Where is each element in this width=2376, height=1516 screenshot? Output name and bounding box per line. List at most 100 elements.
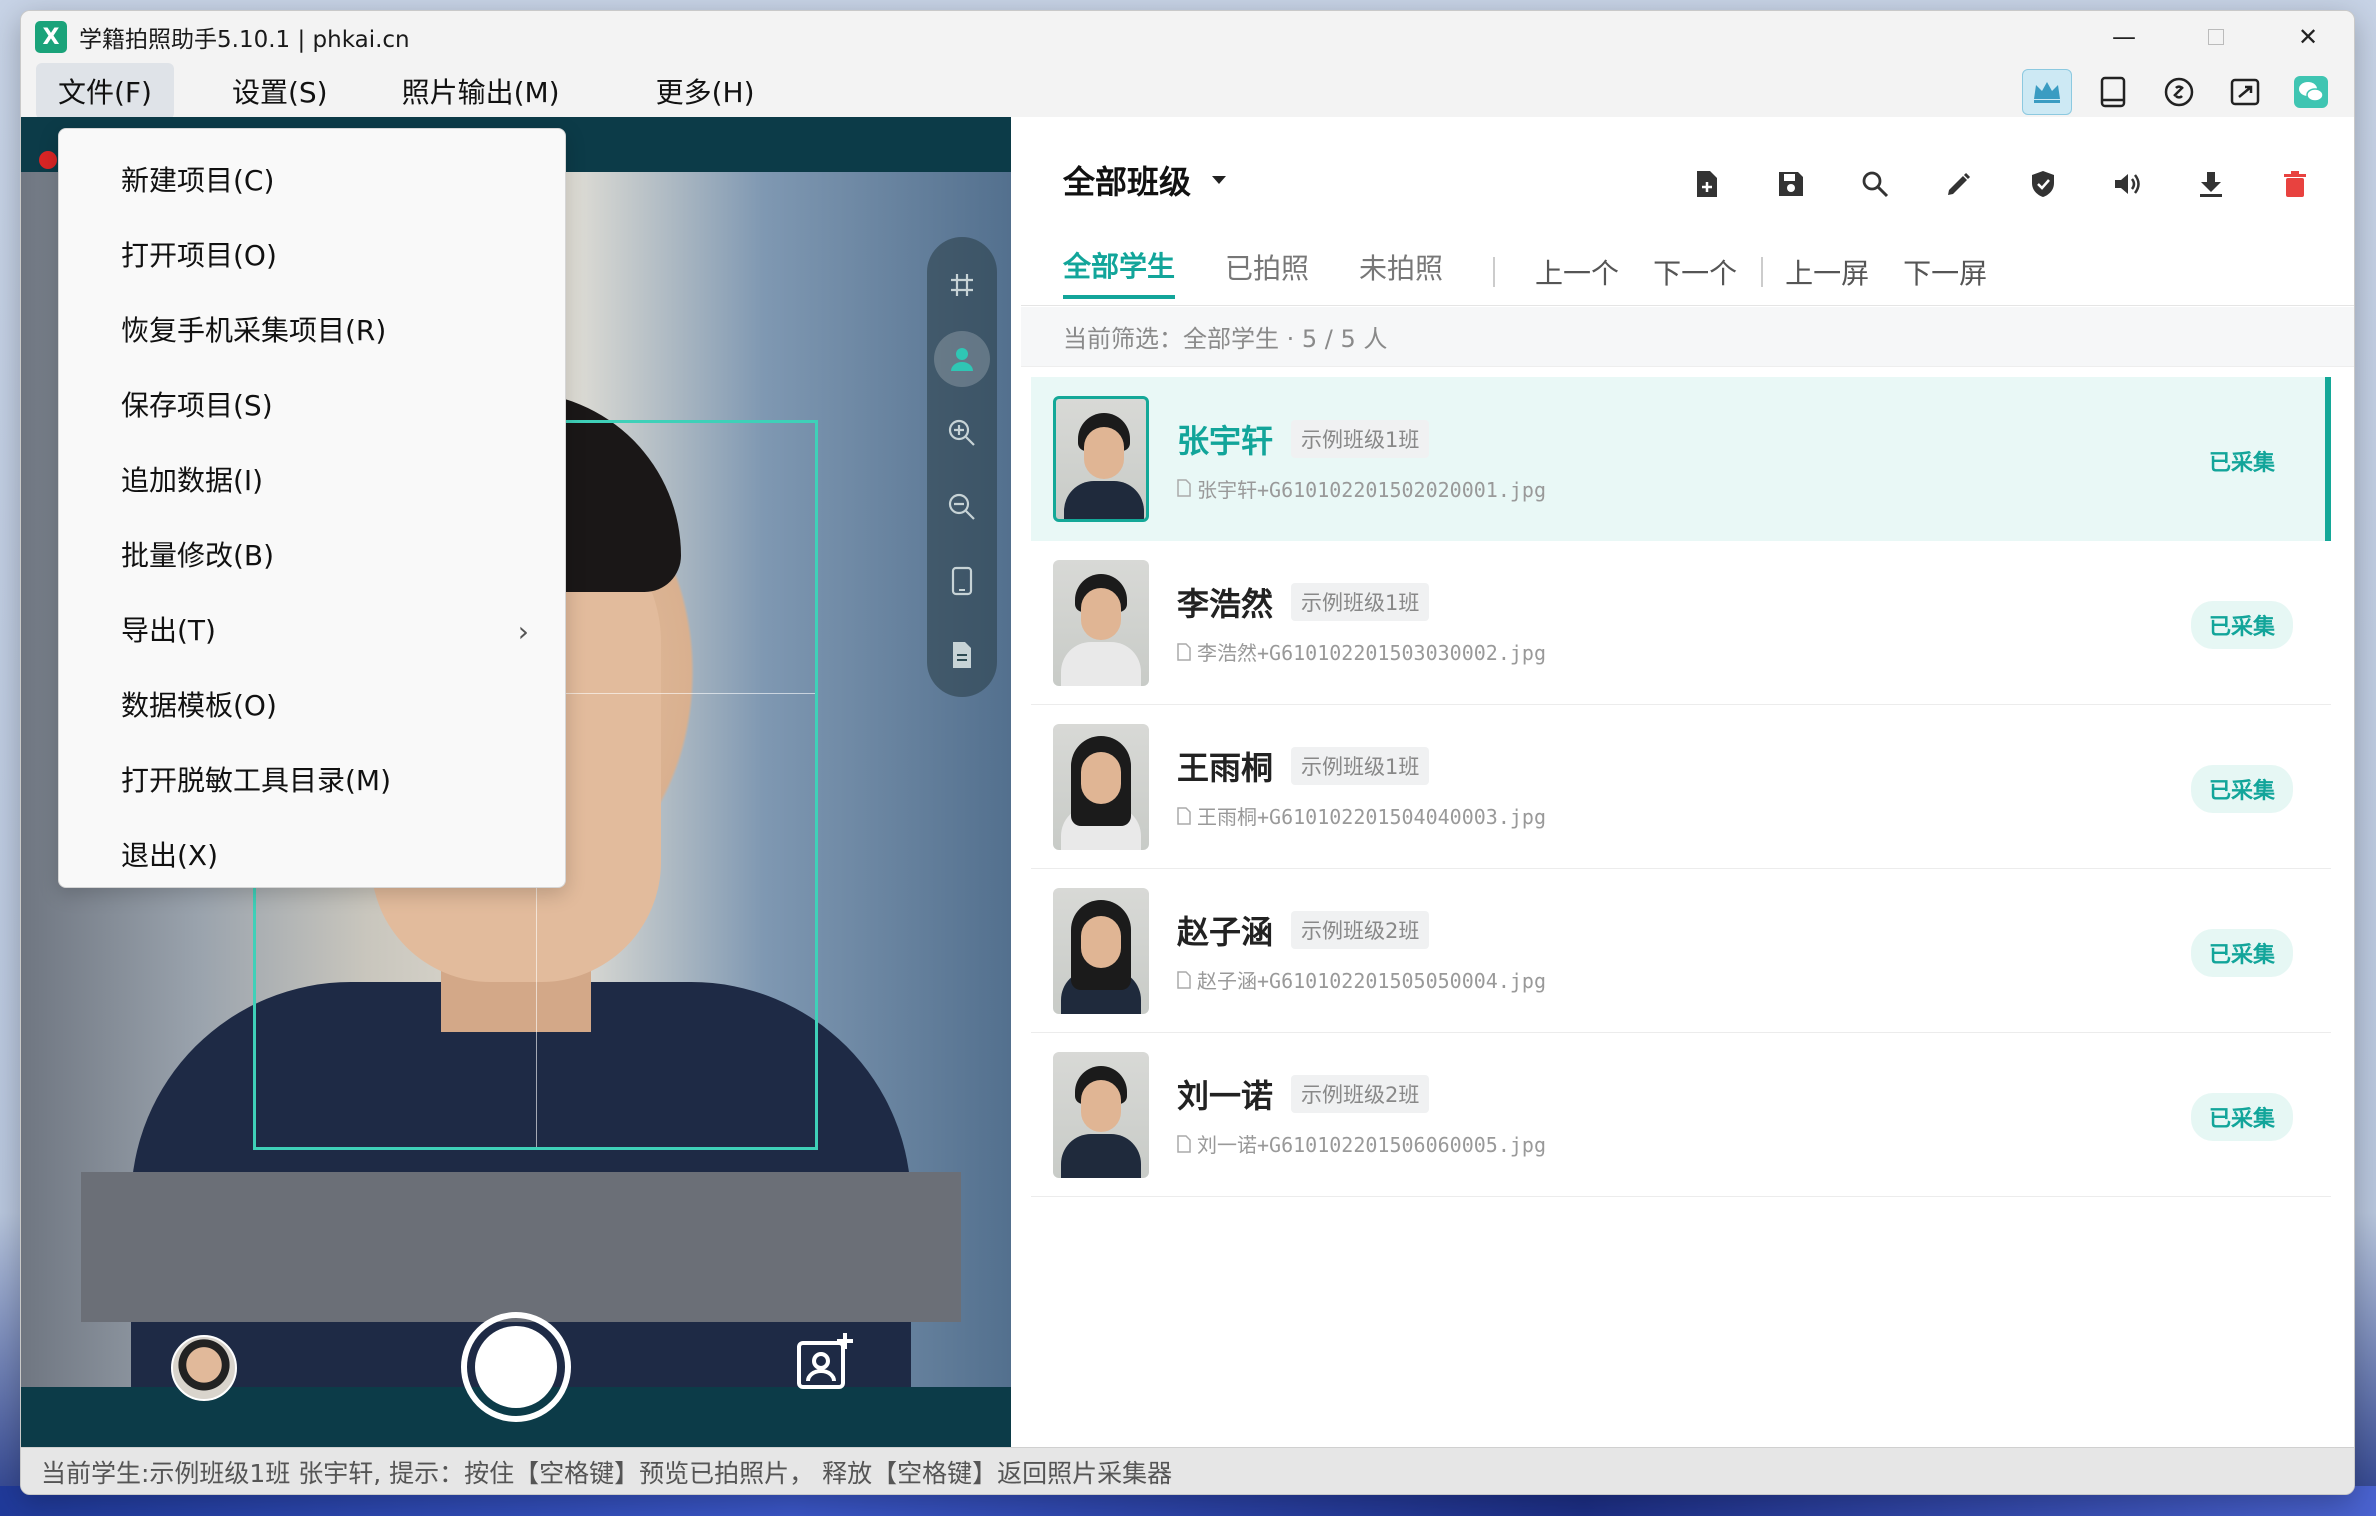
student-name-line: 赵子涵 示例班级2班 <box>1177 907 2331 953</box>
person-icon[interactable] <box>934 331 990 387</box>
new-file-icon[interactable] <box>1686 163 1728 205</box>
tab-photographed[interactable]: 已拍照 <box>1225 247 1309 297</box>
prev-screen-button[interactable]: 上一屏 <box>1785 252 1869 292</box>
photo-face <box>1084 427 1124 479</box>
student-list: 张宇轩 示例班级1班 张宇轩+G610102201502020001.jpg 已采集李… <box>1031 377 2331 1197</box>
class-badge: 示例班级2班 <box>1291 1075 1430 1113</box>
add-photo-icon[interactable] <box>791 1327 861 1397</box>
menu-more[interactable]: 更多(H) <box>634 63 777 119</box>
filter-tabs: 全部学生 已拍照 未拍照 上一个 下一个 上一屏 下一屏 <box>1063 242 2021 302</box>
save-icon[interactable] <box>1770 163 1812 205</box>
file-menu-item-label: 追加数据(I) <box>121 463 264 497</box>
student-panel: 全部班级 全部学生 已拍照 未拍照 上一个 下一个 上一屏 下一屏 当前筛选：全… <box>1011 117 2354 1447</box>
student-row[interactable]: 刘一诺 示例班级2班 刘一诺+G610102201506060005.jpg 已采集 <box>1031 1033 2331 1197</box>
next-screen-button[interactable]: 下一屏 <box>1903 252 1987 292</box>
photo-filename: 赵子涵+G610102201505050004.jpg <box>1177 965 2331 994</box>
delete-icon[interactable] <box>2274 163 2316 205</box>
speaker-icon[interactable] <box>2106 163 2148 205</box>
filter-summary-text: 当前筛选：全部学生 · 5 / 5 人 <box>1063 325 1388 353</box>
grid-icon[interactable] <box>934 257 990 313</box>
class-selector[interactable]: 全部班级 <box>1063 157 1229 203</box>
prev-student-button[interactable]: 上一个 <box>1535 252 1619 292</box>
window-title: 学籍拍照助手5.10.1 | phkai.cn <box>79 27 410 53</box>
file-menu-dropdown: 新建项目(C) 打开项目(O) 恢复手机采集项目(R) 保存项目(S) 追加数据(I) 批… <box>58 128 566 888</box>
student-info: 李浩然 示例班级1班 李浩然+G610102201503030002.jpg <box>1177 579 2331 666</box>
student-photo[interactable] <box>1053 887 1149 1014</box>
status-badge: 已采集 <box>2190 765 2293 813</box>
menu-photo-output[interactable]: 照片输出(M) <box>380 63 582 119</box>
file-menu-item[interactable]: 打开项目(O) <box>59 216 565 291</box>
close-button[interactable]: ✕ <box>2262 11 2354 63</box>
photo-filename-text: 张宇轩+G610102201502020001.jpg <box>1197 477 1546 502</box>
student-photo[interactable] <box>1053 559 1149 686</box>
student-name-line: 张宇轩 示例班级1班 <box>1177 416 2325 462</box>
tab-not-photographed[interactable]: 未拍照 <box>1359 247 1443 297</box>
file-menu-item[interactable]: 追加数据(I) <box>59 441 565 516</box>
file-menu-item-label: 退出(X) <box>121 838 219 872</box>
file-menu-item[interactable]: 打开脱敏工具目录(M) <box>59 741 565 816</box>
filter-summary: 当前筛选：全部学生 · 5 / 5 人 <box>1021 307 2354 367</box>
file-menu-item-label: 批量修改(B) <box>121 538 275 572</box>
link-icon[interactable] <box>2154 69 2204 115</box>
menu-file[interactable]: 文件(F) <box>36 62 174 119</box>
crown-icon[interactable] <box>2022 69 2072 115</box>
file-icon <box>1177 970 1191 989</box>
class-badge: 示例班级1班 <box>1291 747 1430 785</box>
photo-filename: 李浩然+G610102201503030002.jpg <box>1177 637 2331 666</box>
file-menu-item[interactable]: 导出(T) › <box>59 591 565 666</box>
shield-icon[interactable] <box>2022 163 2064 205</box>
maximize-icon <box>2208 29 2224 45</box>
student-photo[interactable] <box>1053 396 1149 522</box>
zoom-in-icon[interactable] <box>934 405 990 461</box>
student-photo[interactable] <box>1053 1051 1149 1178</box>
file-menu-item-label: 数据模板(O) <box>121 688 277 722</box>
tabs-underline <box>1021 305 2354 306</box>
student-name: 李浩然 <box>1177 585 1274 623</box>
tablet-icon[interactable] <box>2088 69 2138 115</box>
file-icon <box>1177 642 1191 661</box>
recording-indicator <box>39 151 57 169</box>
maximize-button[interactable] <box>2170 11 2262 63</box>
quick-toolbar <box>2022 69 2336 115</box>
wechat-icon[interactable] <box>2286 69 2336 115</box>
student-row[interactable]: 王雨桐 示例班级1班 王雨桐+G610102201504040003.jpg 已采集 <box>1031 705 2331 869</box>
file-icon <box>1177 479 1191 497</box>
menu-bar: 文件(F) 设置(S) 照片输出(M) 更多(H) <box>21 62 2354 119</box>
zoom-out-icon[interactable] <box>934 479 990 535</box>
student-row[interactable]: 赵子涵 示例班级2班 赵子涵+G610102201505050004.jpg 已采集 <box>1031 869 2331 1033</box>
student-name: 赵子涵 <box>1177 913 1274 951</box>
student-name: 张宇轩 <box>1177 421 1274 460</box>
photo-body <box>1061 1133 1141 1178</box>
file-menu-item[interactable]: 恢复手机采集项目(R) <box>59 291 565 366</box>
last-photo-thumbnail[interactable] <box>171 1335 237 1401</box>
menu-settings[interactable]: 设置(S) <box>210 63 350 119</box>
window-controls: — ✕ <box>2078 11 2354 63</box>
student-photo[interactable] <box>1053 723 1149 850</box>
chevron-right-icon: › <box>517 615 529 648</box>
phone-icon[interactable] <box>934 553 990 609</box>
app-logo-icon: X <box>35 21 67 53</box>
search-icon[interactable] <box>1854 163 1896 205</box>
file-menu-item[interactable]: 批量修改(B) <box>59 516 565 591</box>
file-menu-item[interactable]: 保存项目(S) <box>59 366 565 441</box>
file-menu-item[interactable]: 退出(X) <box>59 816 565 891</box>
class-badge: 示例班级2班 <box>1291 911 1430 949</box>
next-student-button[interactable]: 下一个 <box>1653 252 1737 292</box>
transfer-icon[interactable] <box>2220 69 2270 115</box>
student-info: 刘一诺 示例班级2班 刘一诺+G610102201506060005.jpg <box>1177 1071 2331 1158</box>
file-menu-item[interactable]: 数据模板(O) <box>59 666 565 741</box>
document-icon[interactable] <box>934 627 990 683</box>
minimize-button[interactable]: — <box>2078 11 2170 63</box>
edit-icon[interactable] <box>1938 163 1980 205</box>
file-icon <box>1177 1134 1191 1153</box>
student-row[interactable]: 张宇轩 示例班级1班 张宇轩+G610102201502020001.jpg 已采集 <box>1031 377 2331 541</box>
student-name-line: 刘一诺 示例班级2班 <box>1177 1071 2331 1117</box>
shutter-button[interactable] <box>461 1312 571 1422</box>
student-row[interactable]: 李浩然 示例班级1班 李浩然+G610102201503030002.jpg 已采集 <box>1031 541 2331 705</box>
file-menu-item[interactable]: 新建项目(C) <box>59 141 565 216</box>
subject-sweater-stripe <box>81 1172 961 1322</box>
photo-filename: 王雨桐+G610102201504040003.jpg <box>1177 801 2331 830</box>
file-menu-item-label: 恢复手机采集项目(R) <box>121 313 387 347</box>
download-icon[interactable] <box>2190 163 2232 205</box>
tab-all-students[interactable]: 全部学生 <box>1063 245 1176 299</box>
